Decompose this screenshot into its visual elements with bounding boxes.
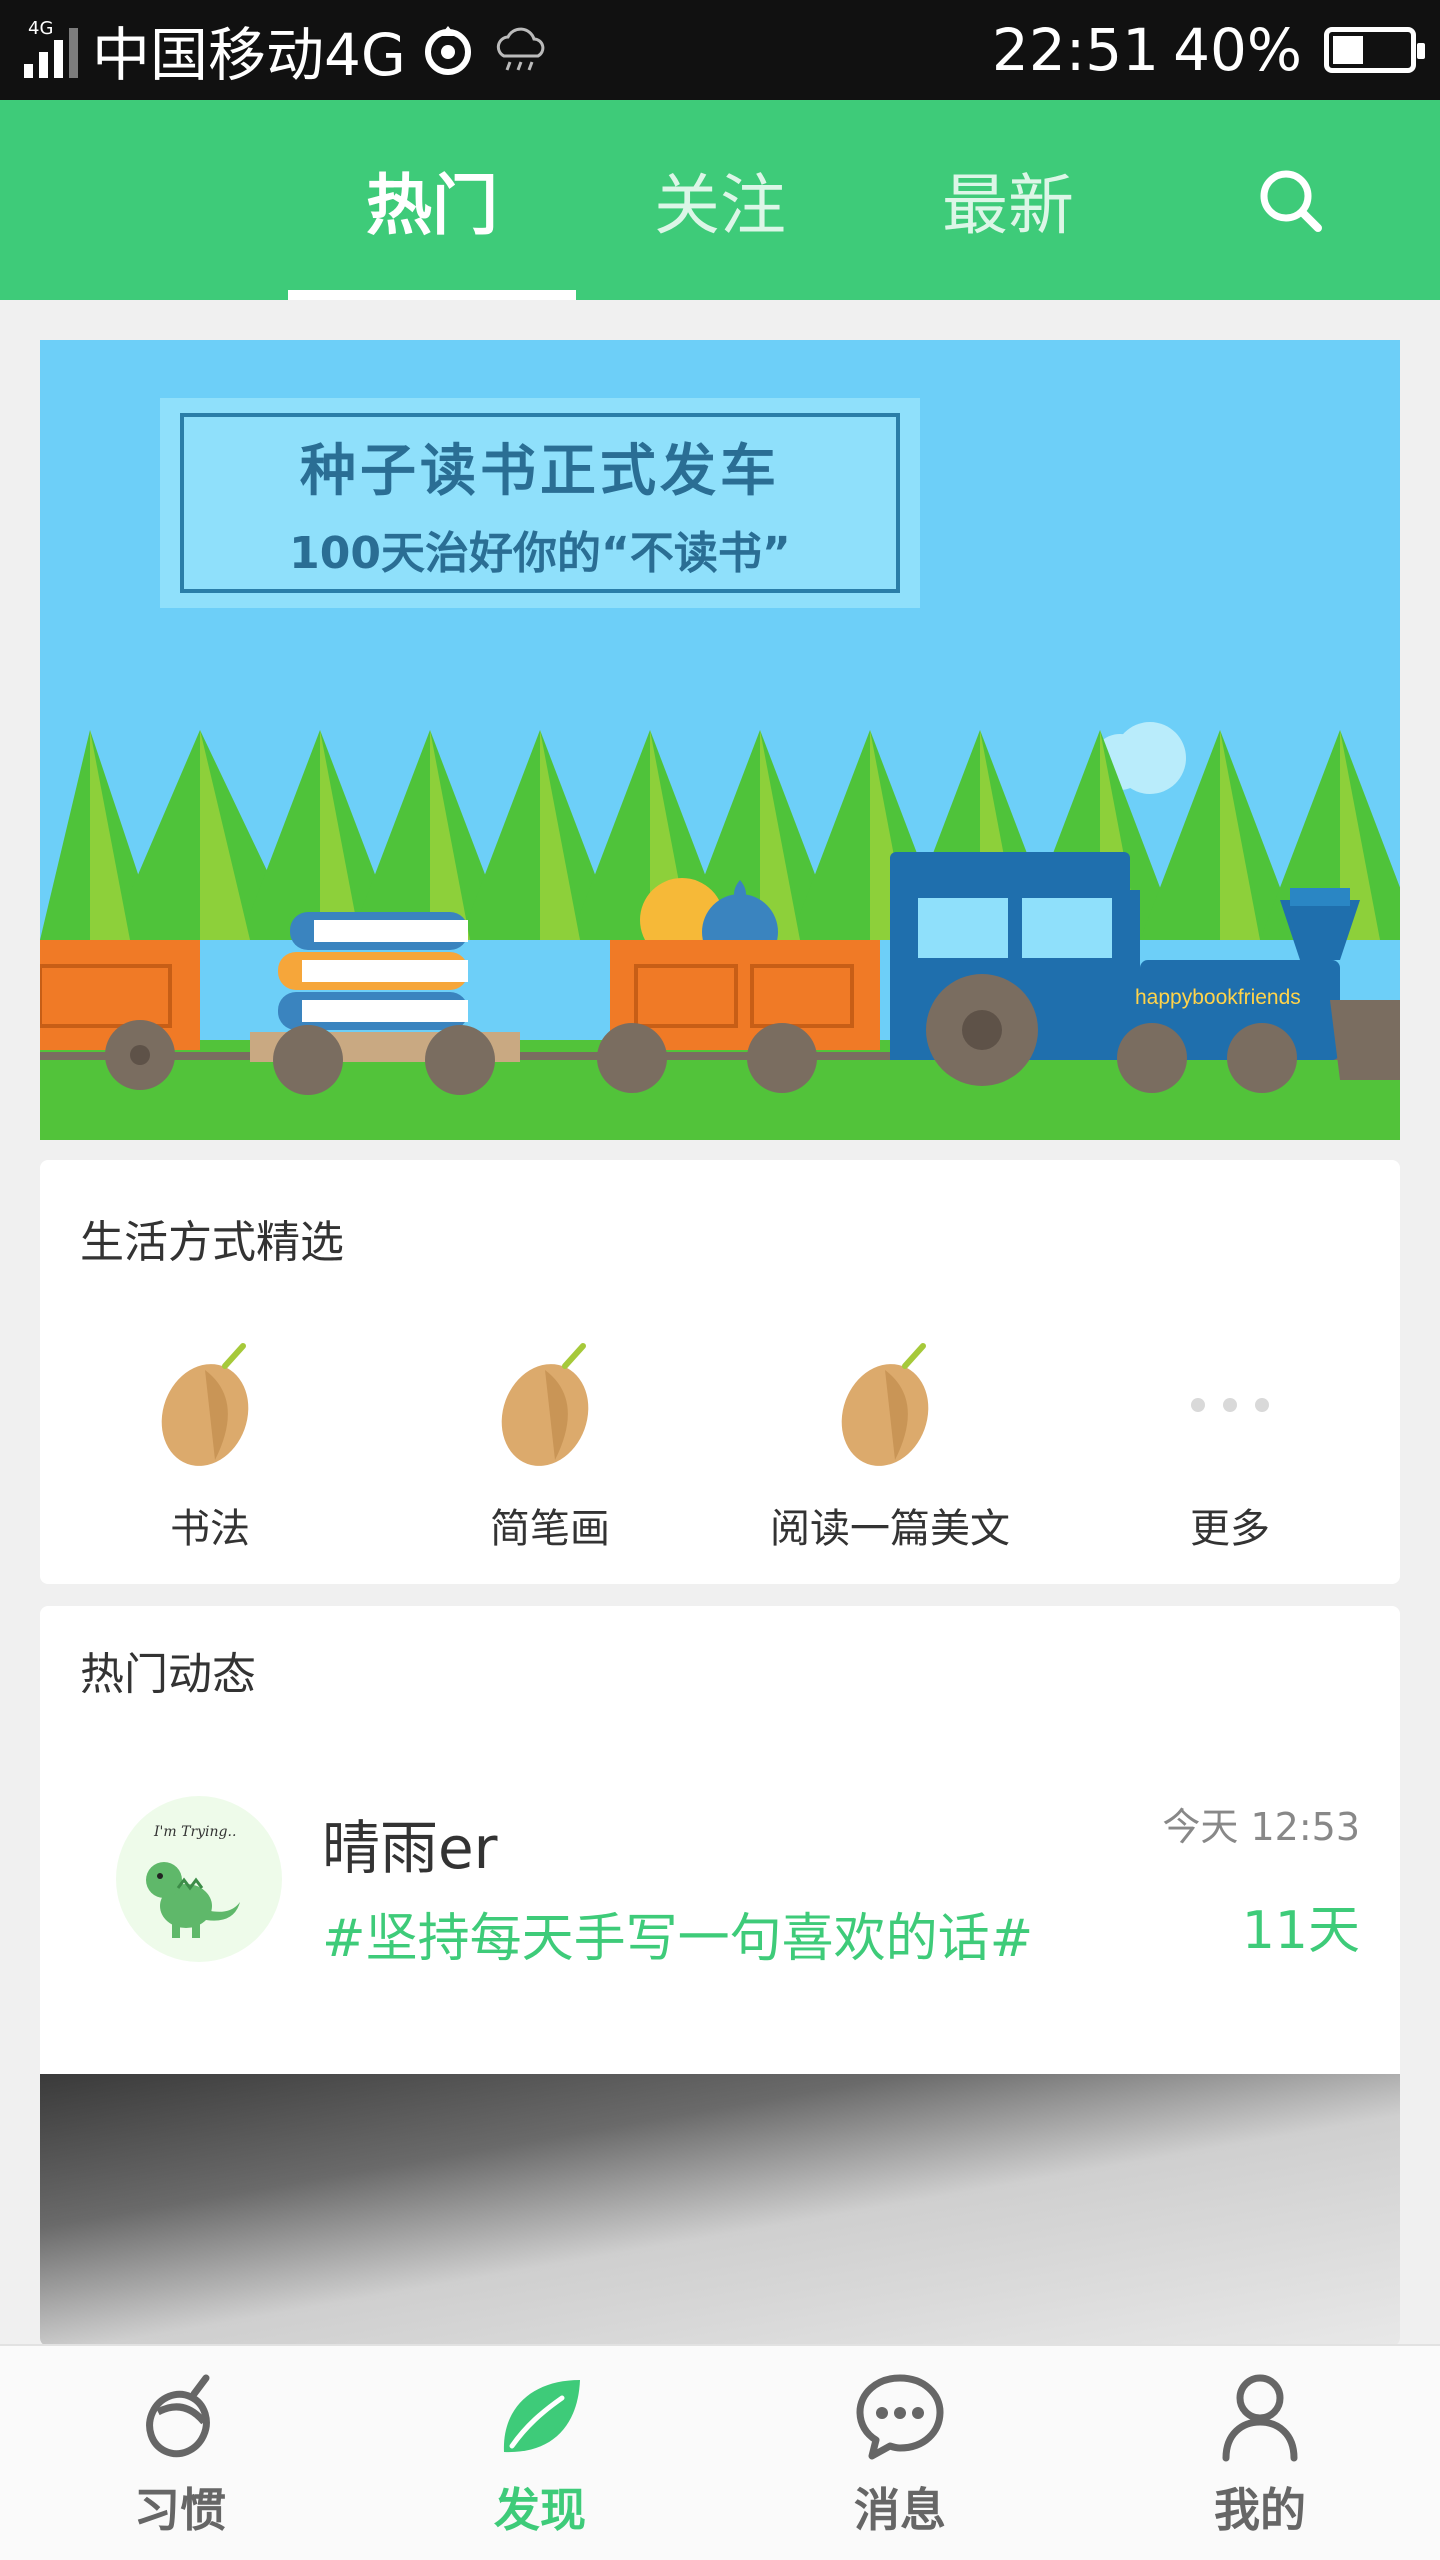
nav-discover-label: 发现	[494, 2483, 586, 2537]
person-icon	[1222, 2374, 1298, 2462]
network-badge: 4G	[28, 18, 54, 39]
banner-title-plate: 种子读书正式发车 100天治好你的“不读书”	[160, 398, 920, 608]
search-icon	[1260, 170, 1322, 232]
tab-latest[interactable]: 最新	[864, 100, 1152, 300]
tab-latest-label: 最新	[942, 167, 1074, 244]
nav-messages-label: 消息	[854, 2483, 946, 2537]
lifestyle-card: 生活方式精选 书法 简笔画 阅读一篇美文 更多	[40, 1160, 1400, 1584]
lifestyle-item-label: 阅读一篇美文	[770, 1506, 1010, 1552]
nav-profile-label: 我的	[1214, 2483, 1306, 2537]
post-photo[interactable]	[40, 2074, 1400, 2346]
tab-hot[interactable]: 热门	[288, 100, 576, 300]
lifestyle-item-more[interactable]: 更多	[1060, 1340, 1400, 1560]
clock: 22:51	[991, 16, 1160, 84]
more-icon	[1191, 1340, 1269, 1470]
dinosaur-avatar-icon: I'm Trying..	[146, 1824, 240, 1938]
status-bar: 4G 中国移动4G 22:51 40%	[0, 0, 1440, 100]
post-time: 今天 12:53	[1162, 1805, 1360, 1849]
post-username[interactable]: 晴雨er	[322, 1801, 498, 1885]
lifestyle-item-reading[interactable]: 阅读一篇美文	[720, 1340, 1060, 1560]
nav-discover[interactable]: 发现	[360, 2346, 720, 2560]
seed-icon	[841, 1343, 929, 1466]
seed-icon	[161, 1343, 249, 1466]
weather-rain-icon	[496, 27, 545, 71]
lifestyle-item-label: 更多	[1190, 1506, 1270, 1552]
nav-profile[interactable]: 我的	[1080, 2346, 1440, 2560]
top-tab-bar: 热门 关注 最新	[0, 100, 1440, 300]
lifestyle-item-label: 书法	[170, 1506, 250, 1552]
seed-icon	[501, 1343, 589, 1466]
banner-headline: 种子读书正式发车	[300, 438, 780, 504]
nav-messages[interactable]: 消息	[720, 2346, 1080, 2560]
avatar[interactable]: I'm Trying..	[116, 1796, 282, 1962]
hotspot-icon	[424, 26, 471, 75]
tab-follow[interactable]: 关注	[576, 100, 864, 300]
acorn-icon	[146, 2374, 210, 2458]
bottom-nav: 习惯 发现 消息 我的	[0, 2344, 1440, 2560]
train-text: happybookfriends	[1135, 986, 1301, 1009]
battery-level	[1333, 36, 1363, 64]
lifestyle-title: 生活方式精选	[80, 1217, 344, 1268]
lifestyle-item-sketch[interactable]: 简笔画	[380, 1340, 720, 1560]
battery-percent: 40%	[1173, 16, 1302, 84]
banner-title-frame: 种子读书正式发车 100天治好你的“不读书”	[180, 413, 900, 593]
battery-icon	[1324, 27, 1425, 73]
chat-bubble-icon	[856, 2374, 944, 2460]
nav-habit-label: 习惯	[134, 2483, 226, 2537]
promo-banner[interactable]: happybookfriends 种子读书正式发车 100天治好你的“不读书”	[40, 340, 1400, 1140]
nav-habit[interactable]: 习惯	[0, 2346, 360, 2560]
banner-subline: 100天治好你的“不读书”	[289, 527, 791, 579]
leaf-icon	[503, 2380, 580, 2453]
tab-hot-label: 热门	[366, 167, 498, 244]
lifestyle-item-label: 简笔画	[490, 1506, 610, 1552]
feed-title: 热门动态	[80, 1649, 256, 1700]
status-left: 4G 中国移动4G	[24, 8, 552, 92]
post-habit-tag[interactable]: #坚持每天手写一句喜欢的话#	[322, 1896, 1033, 1971]
hot-feed-card: 热门动态 I'm Trying.. 晴雨er 今天 12:53 #坚持每天手写一…	[40, 1606, 1400, 2346]
status-right: 22:51 40%	[991, 16, 1425, 84]
search-button[interactable]	[1240, 150, 1340, 250]
avatar-text: I'm Trying..	[153, 1824, 236, 1840]
post-streak: 11天	[1241, 1901, 1360, 1961]
carrier-label: 中国移动4G	[92, 21, 406, 89]
tab-follow-label: 关注	[654, 167, 786, 244]
lifestyle-item-calligraphy[interactable]: 书法	[40, 1340, 380, 1560]
